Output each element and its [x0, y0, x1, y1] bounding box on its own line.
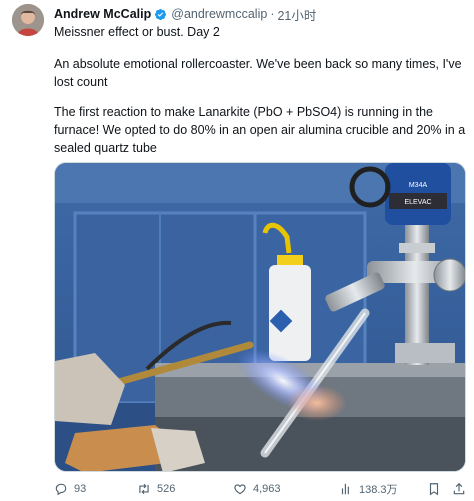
reply-count: 93	[74, 483, 87, 495]
verified-badge-icon	[154, 8, 167, 21]
retweet-count: 526	[157, 483, 176, 495]
tweet-header: Andrew McCalip @andrewmccalip · 21小时	[54, 5, 316, 24]
gauge-brand-text: ELEVAC	[404, 199, 431, 206]
tweet-text-line-1: Meissner effect or bust. Day 2	[54, 25, 220, 39]
retweet-button[interactable]: 526	[137, 481, 175, 497]
tweet-card[interactable]: Andrew McCalip @andrewmccalip · 21小时 Mei…	[0, 0, 474, 501]
tweet-action-bar: 93 526 4,963 138.3万	[54, 481, 466, 497]
views-count: 138.3万	[359, 484, 398, 496]
reply-button[interactable]: 93	[54, 481, 86, 497]
reply-icon	[55, 483, 67, 496]
like-count: 4,963	[253, 483, 281, 495]
heart-icon	[234, 484, 246, 495]
tweet-text-paragraph-3: The first reaction to make Lanarkite (Pb…	[54, 105, 466, 155]
views-bar-chart-icon	[341, 483, 349, 495]
views-button[interactable]: 138.3万	[339, 481, 398, 497]
display-name[interactable]: Andrew McCalip	[54, 7, 151, 21]
share-icon	[453, 482, 465, 495]
avatar-photo	[12, 4, 44, 36]
tweet-text-paragraph-2: An absolute emotional rollercoaster. We'…	[54, 57, 462, 89]
gauge-model-text: M34A	[409, 182, 428, 189]
user-handle[interactable]: @andrewmccalip	[171, 7, 267, 21]
avatar[interactable]	[12, 4, 44, 36]
separator-dot: ·	[270, 7, 275, 21]
share-button[interactable]	[452, 481, 466, 497]
tweet-photo[interactable]: M34A ELEVAC	[54, 162, 466, 472]
bookmark-icon	[429, 483, 439, 496]
like-button[interactable]: 4,963	[233, 481, 281, 497]
lab-photo-illustration: M34A ELEVAC	[55, 163, 465, 471]
bookmark-button[interactable]	[427, 481, 441, 497]
retweet-icon	[139, 483, 149, 495]
timestamp[interactable]: 21小时	[277, 5, 316, 24]
